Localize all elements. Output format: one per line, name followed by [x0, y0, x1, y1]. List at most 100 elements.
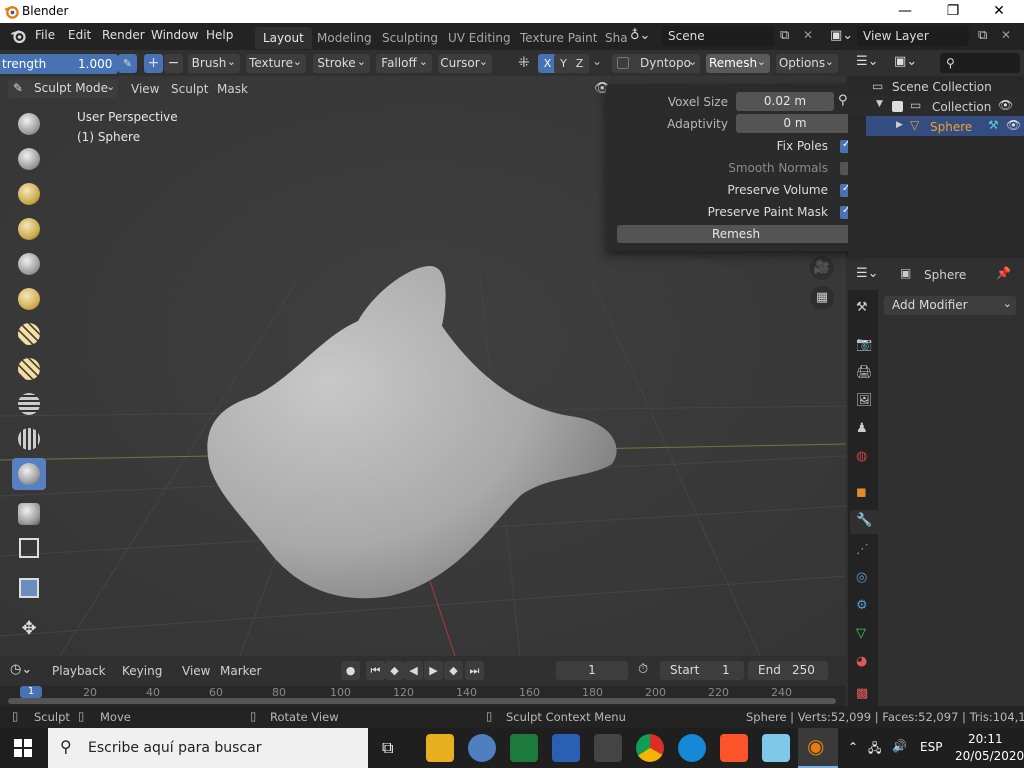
- file-explorer-icon[interactable]: [426, 734, 454, 762]
- task-view-icon[interactable]: ⧉: [382, 738, 393, 758]
- outliner-search-input[interactable]: ⚲: [940, 53, 1020, 73]
- view-layer-tab-icon[interactable]: 🖼: [856, 393, 873, 408]
- playhead[interactable]: 1: [20, 686, 42, 698]
- chrome-icon[interactable]: [636, 734, 664, 762]
- eyedropper-icon[interactable]: ⚲: [838, 93, 848, 108]
- viewlayer-field[interactable]: View Layer: [857, 26, 969, 46]
- outliner-editor-icon[interactable]: ☰⌄: [856, 54, 879, 69]
- output-tab-icon[interactable]: 🖨: [856, 365, 873, 380]
- remesh-button[interactable]: Remesh: [617, 225, 855, 243]
- voxel-size-field[interactable]: 0.02 m: [736, 92, 834, 111]
- adaptivity-field[interactable]: 0 m: [736, 114, 854, 133]
- menu-mask[interactable]: Mask: [217, 82, 248, 96]
- viewlayer-copy-icon[interactable]: ⧉: [978, 28, 987, 43]
- prev-keyframe-icon[interactable]: ◆: [385, 661, 404, 680]
- particles-tab-icon[interactable]: ⋰: [856, 542, 869, 557]
- jump-end-icon[interactable]: ⏭: [465, 661, 484, 680]
- tool-layer[interactable]: [12, 248, 46, 280]
- mode-selector[interactable]: ✎ Sculpt Mode ⌄: [8, 79, 118, 98]
- physics-tab-icon[interactable]: ◎: [856, 570, 867, 585]
- excel-icon[interactable]: [510, 734, 538, 762]
- timeline-view-menu[interactable]: View: [182, 664, 210, 678]
- outliner-row-collection[interactable]: ▼ ▭ Collection 👁: [848, 96, 1024, 116]
- material-tab-icon[interactable]: ◕: [856, 654, 867, 669]
- tool-scrape[interactable]: [12, 498, 46, 530]
- camera-view-icon[interactable]: 🎥: [810, 256, 834, 280]
- tab-layout[interactable]: Layout: [255, 27, 312, 49]
- modifier-wrench-icon[interactable]: ⚒: [988, 118, 999, 132]
- eye-icon[interactable]: 👁: [1006, 118, 1021, 132]
- tool-transform[interactable]: [12, 572, 46, 604]
- expand-arrow-icon[interactable]: ▶: [896, 120, 903, 130]
- outliner-row-scene-collection[interactable]: ▭ Scene Collection: [848, 76, 1024, 96]
- record-button[interactable]: ●: [341, 661, 360, 680]
- exclude-checkbox[interactable]: [892, 101, 903, 112]
- add-modifier-dropdown[interactable]: Add Modifier: [884, 294, 1016, 315]
- tray-chevron-icon[interactable]: ⌃: [848, 740, 858, 754]
- outliner-row-sphere[interactable]: ▶ ▽ Sphere ⚒ 👁: [866, 116, 1024, 136]
- menu-sculpt[interactable]: Sculpt: [171, 82, 208, 96]
- render-tab-icon[interactable]: 📷: [856, 337, 872, 352]
- dyntopo-checkbox[interactable]: [617, 57, 629, 69]
- remesh-dropdown[interactable]: Remesh: [706, 52, 770, 73]
- tab-modeling[interactable]: Modeling: [309, 27, 380, 49]
- photos-icon[interactable]: [594, 734, 622, 762]
- play-icon[interactable]: ▶: [424, 661, 443, 680]
- menu-window[interactable]: Window: [151, 28, 198, 42]
- language-indicator[interactable]: ESP: [920, 740, 942, 754]
- current-frame-field[interactable]: 1: [556, 661, 628, 680]
- tool-smooth[interactable]: [12, 388, 46, 420]
- options-dropdown[interactable]: Options: [776, 52, 838, 73]
- word-icon[interactable]: [552, 734, 580, 762]
- cursor-dropdown[interactable]: Cursor: [438, 52, 492, 73]
- menu-view[interactable]: View: [131, 82, 159, 96]
- texture-tab-icon[interactable]: ▩: [856, 686, 868, 701]
- dyntopo-panel[interactable]: Dyntopo ⌄: [612, 54, 700, 73]
- pressure-pen-icon[interactable]: ✎: [118, 54, 137, 73]
- menu-edit[interactable]: Edit: [68, 28, 91, 42]
- modifier-tab-active[interactable]: 🔧: [850, 510, 878, 534]
- tool-crease[interactable]: [12, 353, 46, 385]
- taskbar-search-box[interactable]: ⚲ Escribe aquí para buscar: [48, 728, 368, 768]
- blender-taskbar-button[interactable]: ◉: [798, 728, 838, 768]
- clock-date[interactable]: 20/05/2020: [955, 749, 1024, 763]
- tool-inflate[interactable]: [12, 283, 46, 315]
- brave-icon[interactable]: [720, 734, 748, 762]
- direction-subtract-button[interactable]: −: [164, 54, 183, 73]
- jump-start-icon[interactable]: ⏮: [366, 661, 385, 680]
- timeline-ruler[interactable]: 1 20 40 60 80 100 120 140 160 180 200 22…: [0, 686, 846, 706]
- strength-slider[interactable]: trength 1.000: [0, 54, 118, 74]
- menu-file[interactable]: File: [35, 28, 55, 42]
- tool-draw-sharp[interactable]: [12, 143, 46, 175]
- tool-fill[interactable]: [12, 458, 46, 490]
- tool-box-mask[interactable]: [12, 532, 46, 564]
- tool-clay-strips[interactable]: [12, 213, 46, 245]
- windows-start-icon[interactable]: [14, 739, 32, 757]
- stopwatch-icon[interactable]: ⏱: [638, 662, 648, 677]
- tab-texture-paint[interactable]: Texture Paint: [512, 27, 605, 49]
- display-mode-icon[interactable]: ▣⌄: [894, 54, 917, 69]
- network-icon[interactable]: 🖧: [868, 739, 881, 760]
- data-tab-icon[interactable]: ▽: [856, 626, 866, 641]
- end-frame-field[interactable]: End 250: [748, 661, 828, 680]
- direction-add-button[interactable]: +: [144, 54, 163, 73]
- ortho-toggle-icon[interactable]: ▦: [810, 286, 834, 310]
- timeline-scrollbar[interactable]: [8, 698, 836, 704]
- tool-draw[interactable]: [12, 108, 46, 140]
- menu-help[interactable]: Help: [206, 28, 233, 42]
- r-app-icon[interactable]: [468, 734, 496, 762]
- start-frame-field[interactable]: Start 1: [660, 661, 744, 680]
- tool-flatten[interactable]: [12, 423, 46, 455]
- constraints-tab-icon[interactable]: ⚙: [856, 598, 868, 613]
- menu-render[interactable]: Render: [102, 28, 145, 42]
- symmetry-z-toggle[interactable]: Z: [570, 54, 589, 73]
- scene-copy-icon[interactable]: ⧉: [780, 28, 789, 43]
- viewlayer-selector-icon[interactable]: ▣⌄: [830, 28, 853, 43]
- notes-app-icon[interactable]: [762, 734, 790, 762]
- blender-menu-icon[interactable]: [10, 28, 27, 44]
- object-tab-icon[interactable]: ◼: [856, 485, 867, 500]
- tool-blob[interactable]: [12, 318, 46, 350]
- volume-icon[interactable]: 🔊: [892, 739, 907, 753]
- tool-tab-icon[interactable]: ⚒: [856, 300, 868, 315]
- clock-time[interactable]: 20:11: [968, 732, 1003, 746]
